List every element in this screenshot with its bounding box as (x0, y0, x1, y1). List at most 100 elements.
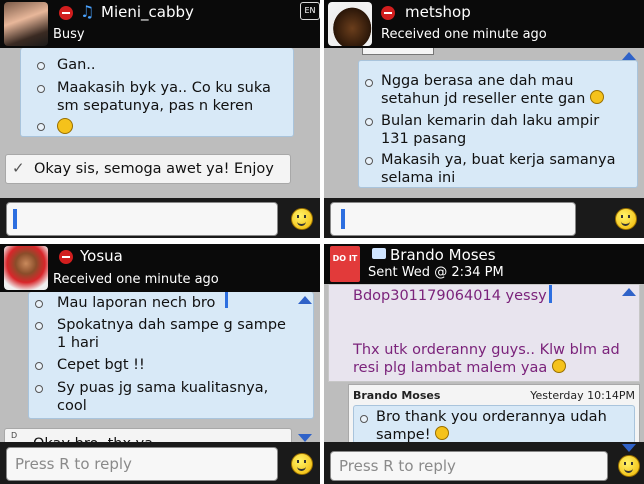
message-line: Makasih ya, buat kerja samanya (381, 152, 616, 168)
delivered-d-icon: D (11, 431, 18, 440)
emoticon-icon (551, 359, 566, 373)
message-line: Bulan kemarin dah laku ampir (381, 113, 600, 129)
contact-name: Brando Moses (390, 246, 496, 264)
avatar[interactable] (4, 246, 48, 290)
message-line: Spokatnya dah sampe g sampe (57, 317, 286, 333)
reply-message-bubble: Bro thank you orderannya udah sampe! (353, 405, 635, 444)
emoticon-picker-icon[interactable] (291, 208, 313, 230)
message-line: Okay sis, semoga awet ya! Enjoy (34, 161, 274, 177)
scroll-up-icon[interactable] (298, 296, 312, 304)
busy-status-icon (381, 6, 395, 20)
conversation-area[interactable]: Mau laporan nech bro Spokatnya dah sampe… (0, 292, 320, 456)
message-line: 131 pasang (381, 131, 467, 147)
message-line: Ngga berasa ane dah mau (381, 73, 574, 89)
message-line: setahun jd reseller ente gan (381, 90, 604, 108)
chat-header: Yosua Received one minute ago (0, 244, 320, 292)
reply-placeholder: Press R to reply (339, 457, 456, 475)
message-line: 1 hari (57, 335, 99, 351)
emoticon-icon (435, 426, 450, 440)
avatar[interactable]: DO IT (330, 246, 360, 282)
contact-name: Yosua (80, 247, 123, 265)
bullet-icon (37, 85, 45, 93)
message-line: Maakasih byk ya.. Co ku suka (57, 80, 271, 96)
contact-status: Busy (53, 27, 85, 42)
bullet-icon (35, 322, 43, 330)
message-bubble-icon (372, 248, 386, 259)
reply-time: Yesterday 10:14PM (530, 389, 635, 402)
contact-status: Sent Wed @ 2:34 PM (368, 265, 504, 280)
contact-name: metshop (405, 3, 471, 21)
chat-panel-brando: DO IT Brando Moses Sent Wed @ 2:34 PM Bd… (324, 244, 644, 484)
reply-sender: Brando Moses (353, 389, 441, 402)
message-line: selama ini (381, 170, 456, 186)
contact-name: Mieni_cabby (101, 3, 194, 21)
bullet-icon (37, 62, 45, 70)
bullet-icon (365, 118, 373, 126)
bullet-icon (37, 123, 45, 131)
received-message-bubble: Gan.. Maakasih byk ya.. Co ku suka sm se… (20, 48, 294, 137)
bullet-icon (360, 415, 368, 423)
avatar[interactable] (4, 2, 48, 46)
message-line: Thx utk orderanny guys.. Klw blm ad (353, 342, 620, 358)
emoticon-icon (57, 118, 73, 134)
emoticon-picker-icon[interactable] (615, 208, 637, 230)
contact-status: Received one minute ago (381, 27, 547, 42)
previous-message-edge (362, 48, 434, 55)
message-line: Mau laporan nech bro (57, 295, 216, 311)
message-line: Sy puas jg sama kualitasnya, (57, 380, 269, 396)
chat-panel-yosua: Yosua Received one minute ago Mau lapora… (0, 244, 320, 484)
compose-bar: Press R to reply (324, 442, 644, 484)
reply-placeholder: Press R to reply (15, 455, 132, 473)
compose-bar: Press R to reply (0, 442, 320, 484)
quoted-reply-box: Brando Moses Yesterday 10:14PM Bro thank… (348, 384, 640, 444)
scroll-down-icon[interactable] (622, 444, 636, 452)
conversation-area[interactable]: Gan.. Maakasih byk ya.. Co ku suka sm se… (0, 48, 320, 198)
reply-input[interactable]: Press R to reply (6, 447, 278, 481)
message-line: sm sepatunya, pas n keren (57, 98, 254, 114)
chat-header: metshop Received one minute ago (324, 0, 644, 48)
sent-message-bubble: ✓ Okay sis, semoga awet ya! Enjoy (5, 154, 291, 184)
text-cursor (13, 209, 17, 229)
bullet-icon (365, 157, 373, 165)
compose-bar (0, 198, 320, 238)
input-language-badge[interactable]: EN (300, 2, 320, 20)
message-line: resi plg lambat malem yaa (353, 359, 566, 377)
scroll-up-icon[interactable] (622, 52, 636, 60)
reply-input[interactable] (6, 202, 278, 236)
reply-input[interactable] (330, 202, 576, 236)
message-line: Bro thank you orderannya udah (376, 409, 607, 425)
avatar[interactable] (328, 2, 372, 46)
reply-input[interactable]: Press R to reply (330, 451, 608, 481)
received-message-panel: Bdop301179064014 yessy Thx utk orderanny… (328, 284, 640, 382)
bullet-icon (35, 385, 43, 393)
emoticon-picker-icon[interactable] (618, 455, 640, 477)
scroll-up-icon[interactable] (622, 288, 636, 296)
text-cursor (225, 292, 228, 308)
bullet-icon (365, 79, 373, 87)
scroll-down-icon[interactable] (298, 434, 312, 442)
bullet-icon (35, 362, 43, 370)
music-note-icon: ♫ (80, 2, 95, 21)
chat-header: ♫ Mieni_cabby Busy EN (0, 0, 320, 48)
chat-panel-mieni: ♫ Mieni_cabby Busy EN Gan.. Maakasih byk… (0, 0, 320, 238)
text-cursor (341, 209, 345, 229)
compose-bar (324, 198, 644, 238)
emoticon-icon (589, 90, 604, 104)
message-line: Gan.. (57, 57, 96, 73)
message-line: Bdop301179064014 yessy (353, 288, 547, 304)
conversation-area[interactable]: Ngga berasa ane dah mau setahun jd resel… (324, 48, 644, 198)
message-line: Cepet bgt !! (57, 357, 145, 373)
delivered-check-icon: ✓ (12, 159, 25, 177)
chat-panel-metshop: metshop Received one minute ago Ngga ber… (324, 0, 644, 238)
conversation-area[interactable]: Bdop301179064014 yessy Thx utk orderanny… (324, 284, 644, 444)
received-message-bubble: Mau laporan nech bro Spokatnya dah sampe… (28, 292, 314, 419)
emoticon-picker-icon[interactable] (291, 453, 313, 475)
busy-status-icon (59, 6, 73, 20)
busy-status-icon (59, 250, 73, 264)
bullet-icon (35, 300, 43, 308)
received-message-bubble: Ngga berasa ane dah mau setahun jd resel… (358, 60, 638, 188)
chat-header: DO IT Brando Moses Sent Wed @ 2:34 PM (324, 244, 644, 284)
text-cursor (549, 285, 552, 303)
contact-status: Received one minute ago (53, 272, 219, 287)
message-line: cool (57, 398, 87, 414)
